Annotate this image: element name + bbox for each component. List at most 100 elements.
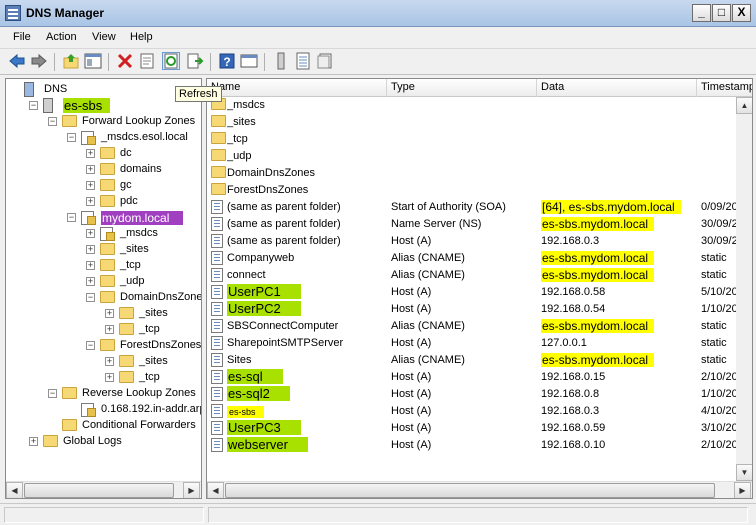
menu-file[interactable]: File: [13, 31, 31, 43]
scroll-thumb[interactable]: [24, 483, 174, 498]
up-folder-icon[interactable]: [62, 52, 80, 70]
expand-icon[interactable]: +: [105, 357, 114, 366]
scroll-left-icon[interactable]: ◀: [6, 482, 23, 498]
tree-item[interactable]: + _sites: [6, 354, 201, 370]
show-hide-tree-icon[interactable]: [84, 52, 102, 70]
collapse-icon[interactable]: −: [48, 389, 57, 398]
expand-icon[interactable]: +: [105, 373, 114, 382]
server-icon[interactable]: [272, 52, 290, 70]
list-vertical-scrollbar[interactable]: ▲ ▼: [736, 97, 752, 481]
table-row[interactable]: _msdcs: [207, 97, 752, 114]
help-icon[interactable]: ?: [218, 52, 236, 70]
delete-icon[interactable]: [116, 52, 134, 70]
table-row[interactable]: SBSConnectComputer Alias (CNAME) es-sbs.my…: [207, 318, 752, 335]
tree-item[interactable]: − Forward Lookup Zones: [6, 114, 201, 130]
export-list-icon[interactable]: [186, 52, 204, 70]
table-row[interactable]: DomainDnsZones: [207, 165, 752, 182]
forward-arrow-icon[interactable]: [30, 52, 48, 70]
scroll-down-icon[interactable]: ▼: [736, 464, 752, 481]
tree-item[interactable]: + Global Logs: [6, 434, 201, 450]
tree-item[interactable]: + dc: [6, 146, 201, 162]
menu-help[interactable]: Help: [130, 31, 153, 43]
tree-item[interactable]: − Reverse Lookup Zones: [6, 386, 201, 402]
table-row[interactable]: Sites Alias (CNAME) es-sbs.mydom.local stat…: [207, 352, 752, 369]
zone-icon[interactable]: [294, 52, 312, 70]
expand-icon[interactable]: +: [86, 197, 95, 206]
expand-icon[interactable]: +: [86, 245, 95, 254]
tree-item[interactable]: DNS: [6, 82, 201, 98]
table-row[interactable]: _udp: [207, 148, 752, 165]
close-button[interactable]: X: [732, 4, 751, 22]
collapse-icon[interactable]: −: [67, 133, 76, 142]
tree-item[interactable]: + gc: [6, 178, 201, 194]
scroll-right-icon[interactable]: ▶: [183, 482, 200, 498]
collapse-icon[interactable]: −: [86, 341, 95, 350]
table-row[interactable]: UserPC2 Host (A) 192.168.0.54 1/10/201: [207, 301, 752, 318]
column-header-timestamp[interactable]: Timestamp: [697, 79, 752, 97]
collapse-icon[interactable]: −: [86, 293, 95, 302]
record-icon[interactable]: [316, 52, 334, 70]
tree-item[interactable]: + pdc: [6, 194, 201, 210]
column-header-data[interactable]: Data: [537, 79, 697, 97]
tree-item[interactable]: + _udp: [6, 274, 201, 290]
expand-icon[interactable]: +: [86, 149, 95, 158]
expand-icon[interactable]: +: [86, 229, 95, 238]
table-row[interactable]: (same as parent folder) Name Server (NS) e…: [207, 216, 752, 233]
collapse-icon[interactable]: −: [48, 117, 57, 126]
expand-icon[interactable]: +: [105, 309, 114, 318]
tree-item[interactable]: − ForestDnsZones: [6, 338, 201, 354]
tree-item[interactable]: Conditional Forwarders: [6, 418, 201, 434]
tree-item[interactable]: + _tcp: [6, 258, 201, 274]
table-row[interactable]: UserPC3 Host (A) 192.168.0.59 3/10/201: [207, 420, 752, 437]
menu-action[interactable]: Action: [46, 31, 77, 43]
collapse-icon[interactable]: −: [29, 101, 38, 110]
properties-icon[interactable]: [138, 52, 156, 70]
expand-icon[interactable]: +: [29, 437, 38, 446]
table-row[interactable]: es-sql Host (A) 192.168.0.15 2/10/201: [207, 369, 752, 386]
tree-item[interactable]: − DomainDnsZones: [6, 290, 201, 306]
menu-view[interactable]: View: [92, 31, 116, 43]
scroll-thumb[interactable]: [225, 483, 715, 498]
table-row[interactable]: (same as parent folder) Host (A) 192.168.0…: [207, 233, 752, 250]
maximize-button[interactable]: □: [712, 4, 731, 22]
tree-horizontal-scrollbar[interactable]: ◀ ▶: [6, 481, 201, 498]
refresh-icon[interactable]: [162, 52, 180, 70]
tree-item[interactable]: + _tcp: [6, 370, 201, 386]
expand-icon[interactable]: +: [105, 325, 114, 334]
console-icon[interactable]: [240, 52, 258, 70]
column-header-type[interactable]: Type: [387, 79, 537, 97]
tree-item[interactable]: + domains: [6, 162, 201, 178]
column-header-name[interactable]: Name: [207, 79, 387, 97]
table-row[interactable]: Companyweb Alias (CNAME) es-sbs.mydom.loca…: [207, 250, 752, 267]
tree-item[interactable]: 0.168.192.in-addr.arpa: [6, 402, 201, 418]
scroll-right-icon[interactable]: ▶: [734, 482, 751, 498]
tree-item[interactable]: + _sites: [6, 242, 201, 258]
table-row[interactable]: (same as parent folder) Start of Authorit…: [207, 199, 752, 216]
scroll-left-icon[interactable]: ◀: [207, 482, 224, 498]
tree-item[interactable]: − mydom.local: [6, 210, 201, 226]
tree-item[interactable]: + _msdcs: [6, 226, 201, 242]
list-horizontal-scrollbar[interactable]: ◀ ▶: [207, 481, 752, 498]
table-row[interactable]: UserPC1 Host (A) 192.168.0.58 5/10/201: [207, 284, 752, 301]
scroll-up-icon[interactable]: ▲: [736, 97, 752, 114]
table-row[interactable]: es-sql2 Host (A) 192.168.0.8 1/10/201: [207, 386, 752, 403]
back-arrow-icon[interactable]: [8, 52, 26, 70]
table-row[interactable]: connect Alias (CNAME) es-sbs.mydom.local st…: [207, 267, 752, 284]
tree-item[interactable]: + _tcp: [6, 322, 201, 338]
table-row[interactable]: es-sbs Host (A) 192.168.0.3 4/10/201: [207, 403, 752, 420]
table-row[interactable]: ForestDnsZones: [207, 182, 752, 199]
table-row[interactable]: webserver Host (A) 192.168.0.10 2/10/201: [207, 437, 752, 454]
expand-icon[interactable]: +: [86, 181, 95, 190]
table-row[interactable]: _tcp: [207, 131, 752, 148]
table-row[interactable]: SharepointSMTPServer Host (A) 127.0.0.1 sta…: [207, 335, 752, 352]
tree-item[interactable]: − es-sbs: [6, 98, 201, 114]
table-row[interactable]: _sites: [207, 114, 752, 131]
collapse-icon[interactable]: −: [67, 213, 76, 222]
minimize-button[interactable]: _: [692, 4, 711, 22]
cell-type: Alias (CNAME): [391, 320, 465, 332]
expand-icon[interactable]: +: [86, 277, 95, 286]
tree-item[interactable]: + _sites: [6, 306, 201, 322]
expand-icon[interactable]: +: [86, 165, 95, 174]
tree-item[interactable]: − _msdcs.esol.local: [6, 130, 201, 146]
expand-icon[interactable]: +: [86, 261, 95, 270]
